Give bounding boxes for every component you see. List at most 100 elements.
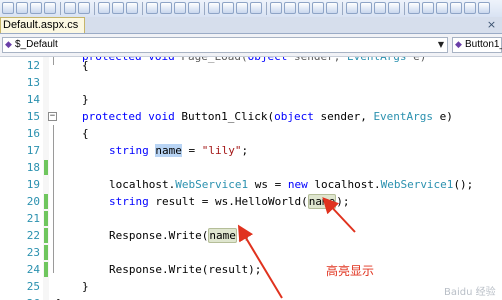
tab-default-aspx-cs[interactable]: Default.aspx.cs bbox=[0, 17, 86, 33]
toolbar-button[interactable] bbox=[208, 2, 220, 14]
code-line-19: 19 localhost.WebService1 ws = new localh… bbox=[0, 176, 502, 193]
toolbar-button[interactable] bbox=[16, 2, 28, 14]
toolbar-separator bbox=[404, 2, 405, 15]
toolbar-button[interactable] bbox=[464, 2, 476, 14]
line-number: 21 bbox=[26, 212, 40, 225]
toolbar-button[interactable] bbox=[146, 2, 158, 14]
toolbar-button[interactable] bbox=[30, 2, 42, 14]
line-number: 15 bbox=[26, 110, 40, 123]
class-dropdown-value: $_Default bbox=[15, 39, 58, 50]
line-number: 13 bbox=[26, 76, 40, 89]
selected-identifier: name bbox=[155, 144, 182, 157]
chevron-down-icon[interactable]: ▼ bbox=[436, 38, 446, 52]
toolbar-button[interactable] bbox=[78, 2, 90, 14]
line-number: 19 bbox=[26, 178, 40, 191]
code-line-12: 12 { bbox=[0, 57, 502, 74]
toolbar-button[interactable] bbox=[436, 2, 448, 14]
toolbar-button[interactable] bbox=[478, 2, 490, 14]
line-number: 24 bbox=[26, 263, 40, 276]
toolbar-button[interactable] bbox=[374, 2, 386, 14]
toolbar bbox=[0, 0, 502, 18]
toolbar-button[interactable] bbox=[222, 2, 234, 14]
saved-change-marker bbox=[44, 228, 48, 243]
toolbar-separator bbox=[266, 2, 267, 15]
code-line-26: 26 } bbox=[0, 295, 502, 300]
toolbar-button[interactable] bbox=[422, 2, 434, 14]
toolbar-button[interactable] bbox=[188, 2, 200, 14]
saved-change-marker bbox=[44, 194, 48, 209]
line-number: 25 bbox=[26, 280, 40, 293]
toolbar-button[interactable] bbox=[174, 2, 186, 14]
code-line-13: 13 bbox=[0, 74, 502, 91]
line-number: 20 bbox=[26, 195, 40, 208]
toolbar-button[interactable] bbox=[2, 2, 14, 14]
close-icon[interactable]: × bbox=[485, 18, 498, 31]
member-dropdown[interactable]: ◆ Button1_ bbox=[452, 37, 502, 53]
class-dropdown[interactable]: ◆ $_Default ▼ bbox=[2, 37, 448, 53]
highlighted-reference: name bbox=[307, 194, 337, 209]
tab-label: Default.aspx.cs bbox=[3, 19, 79, 31]
toolbar-button[interactable] bbox=[360, 2, 372, 14]
code-text: string result = ws.HelloWorld(name); bbox=[109, 194, 350, 209]
code-line-15: 15 − protected void Button1_Click(object… bbox=[0, 108, 502, 125]
code-editor[interactable]: protected void Page_Load(object sender, … bbox=[0, 57, 502, 300]
toolbar-button[interactable] bbox=[112, 2, 124, 14]
code-line-25: 25 } bbox=[0, 278, 502, 295]
toolbar-button[interactable] bbox=[408, 2, 420, 14]
toolbar-button[interactable] bbox=[160, 2, 172, 14]
code-line-22: 22 Response.Write(name); bbox=[0, 227, 502, 244]
toolbar-button[interactable] bbox=[284, 2, 296, 14]
code-line-16: 16 { bbox=[0, 125, 502, 142]
code-line-24: 24 Response.Write(result); bbox=[0, 261, 502, 278]
saved-change-marker bbox=[44, 160, 48, 175]
toolbar-button[interactable] bbox=[298, 2, 310, 14]
toolbar-button[interactable] bbox=[44, 2, 56, 14]
code-line-18: 18 bbox=[0, 159, 502, 176]
member-dropdown-value: Button1_ bbox=[465, 39, 502, 50]
code-text: Response.Write(name); bbox=[109, 228, 251, 243]
toolbar-button[interactable] bbox=[64, 2, 76, 14]
code-text: Response.Write(result); bbox=[109, 263, 262, 276]
line-number: 26 bbox=[0, 295, 40, 300]
annotation-label: 高亮显示 bbox=[326, 264, 375, 278]
code-text: protected void Button1_Click(object send… bbox=[82, 110, 453, 123]
toolbar-separator bbox=[60, 2, 61, 15]
line-number: 22 bbox=[26, 229, 40, 242]
line-number: 23 bbox=[26, 246, 40, 259]
line-number: 14 bbox=[26, 93, 40, 106]
highlighted-reference: name bbox=[208, 228, 237, 243]
code-text: } bbox=[82, 93, 89, 106]
code-text: { bbox=[82, 59, 89, 72]
code-text: { bbox=[82, 127, 89, 140]
collapse-icon[interactable]: − bbox=[48, 112, 57, 121]
code-line-20: 20 string result = ws.HelloWorld(name); bbox=[0, 193, 502, 210]
toolbar-button[interactable] bbox=[98, 2, 110, 14]
code-text: } bbox=[82, 280, 89, 293]
toolbar-button[interactable] bbox=[312, 2, 324, 14]
toolbar-separator bbox=[94, 2, 95, 15]
code-text: } bbox=[56, 295, 63, 300]
line-number: 18 bbox=[26, 161, 40, 174]
toolbar-button[interactable] bbox=[450, 2, 462, 14]
line-number: 16 bbox=[26, 127, 40, 140]
toolbar-button[interactable] bbox=[250, 2, 262, 14]
toolbar-button[interactable] bbox=[270, 2, 282, 14]
code-line-14: 14 } bbox=[0, 91, 502, 108]
code-line-23: 23 bbox=[0, 244, 502, 261]
class-icon: ◆ bbox=[5, 39, 12, 49]
toolbar-button[interactable] bbox=[388, 2, 400, 14]
toolbar-button[interactable] bbox=[236, 2, 248, 14]
toolbar-button[interactable] bbox=[126, 2, 138, 14]
toolbar-button[interactable] bbox=[326, 2, 338, 14]
toolbar-button[interactable] bbox=[346, 2, 358, 14]
code-text: localhost.WebService1 ws = new localhost… bbox=[109, 178, 474, 191]
toolbar-separator bbox=[204, 2, 205, 15]
method-icon: ◆ bbox=[455, 39, 462, 49]
toolbar-separator bbox=[342, 2, 343, 15]
code-text: string name = "lily"; bbox=[109, 144, 249, 157]
toolbar-separator bbox=[142, 2, 143, 15]
watermark: Baidu 经验 bbox=[444, 287, 496, 298]
navigation-bar: ◆ $_Default ▼ ◆ Button1_ bbox=[0, 34, 502, 57]
saved-change-marker bbox=[44, 211, 48, 226]
line-number: 12 bbox=[26, 59, 40, 72]
